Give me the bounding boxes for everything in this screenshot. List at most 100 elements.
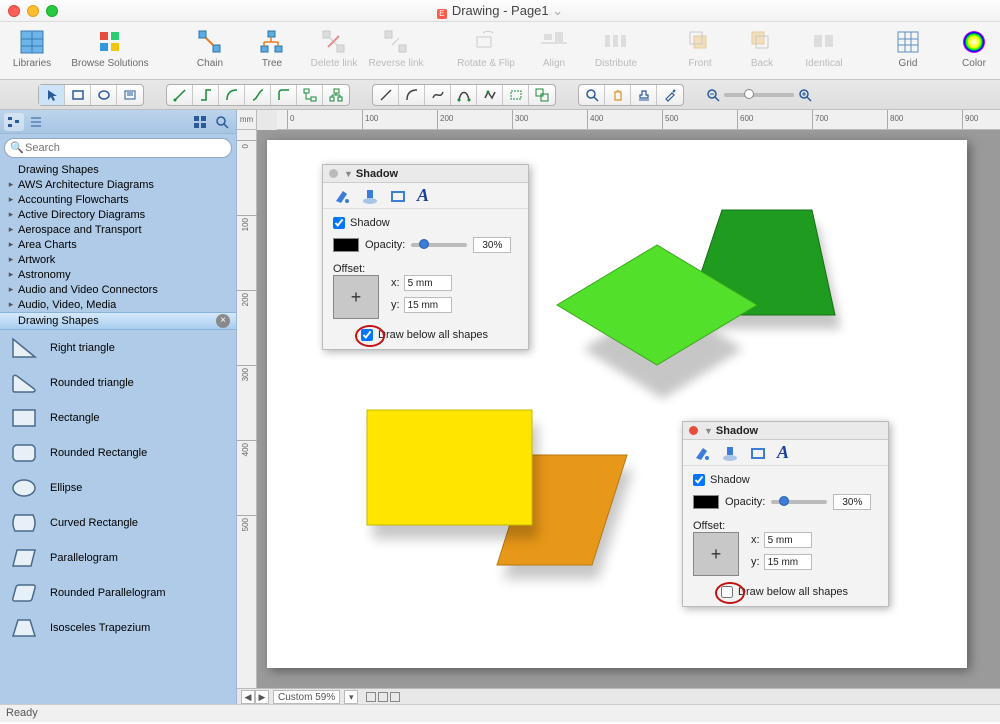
zoom-dropdown[interactable]: ▾ [344,690,358,704]
shadow-panel-1[interactable]: ▼Shadow A Shadow Opacity: [322,164,529,350]
zoom-tool[interactable] [579,85,605,105]
tree-connector2[interactable] [323,85,349,105]
shape-item[interactable]: Rounded Parallelogram [0,575,236,610]
zoom-out-icon[interactable] [706,88,720,102]
line-tab-icon[interactable] [389,187,407,205]
panel-view-grid[interactable] [190,113,210,131]
zoom-level[interactable]: Custom 59% [273,690,340,704]
shape-item[interactable]: Curved Rectangle [0,505,236,540]
category-item[interactable]: ▸Audio and Video Connectors [0,282,236,297]
libraries-button[interactable]: Libraries [8,28,56,69]
fill-tab-icon[interactable] [693,444,711,462]
shadow-checkbox[interactable] [333,217,345,229]
identical-button[interactable]: Identical [800,28,848,69]
disclosure-icon[interactable]: ▼ [344,169,353,179]
panel-search[interactable] [212,113,232,131]
color-button[interactable]: Color [950,28,998,69]
hand-tool[interactable] [605,85,631,105]
delete-link-button[interactable]: Delete link [310,28,358,69]
category-item[interactable]: ▸Accounting Flowcharts [0,192,236,207]
y-value[interactable]: 15 mm [764,554,812,570]
front-button[interactable]: Front [676,28,724,69]
shadow-color-swatch[interactable] [693,495,719,509]
shape-item[interactable]: Isosceles Trapezium [0,610,236,645]
line-tool[interactable] [373,85,399,105]
drawing-page[interactable]: ▼Shadow A Shadow Opacity: [267,140,967,668]
shadow-checkbox[interactable] [693,474,705,486]
eyedropper-tool[interactable] [657,85,683,105]
zoom-in-icon[interactable] [798,88,812,102]
shadow-color-swatch[interactable] [333,238,359,252]
category-item[interactable]: ▸Area Charts [0,237,236,252]
category-item[interactable]: ▸Artwork [0,252,236,267]
offset-selector[interactable]: + [693,532,739,576]
opacity-slider[interactable] [771,500,827,504]
yellow-rectangle[interactable] [367,410,532,525]
x-value[interactable]: 5 mm [764,532,812,548]
opacity-value[interactable]: 30% [833,494,871,510]
x-value[interactable]: 5 mm [404,275,452,291]
bezier-connector[interactable] [245,85,271,105]
category-item-selected[interactable]: Drawing Shapes× [0,312,236,330]
reverse-link-button[interactable]: Reverse link [372,28,420,69]
view-mode-buttons[interactable] [366,692,400,702]
browse-solutions-button[interactable]: Browse Solutions [70,28,150,69]
category-item[interactable]: ▸Active Directory Diagrams [0,207,236,222]
page-nav[interactable]: ◀▶ [241,690,269,704]
rectangle-tool[interactable] [65,85,91,105]
panel-bullet-icon[interactable] [689,426,698,435]
tree-connector1[interactable] [297,85,323,105]
distribute-button[interactable]: Distribute [592,28,640,69]
shape-item[interactable]: Rectangle [0,400,236,435]
stamp-tool[interactable] [631,85,657,105]
tree-button[interactable]: Tree [248,28,296,69]
shape-item[interactable]: Parallelogram [0,540,236,575]
shape-item[interactable]: Rounded Rectangle [0,435,236,470]
y-value[interactable]: 15 mm [404,297,452,313]
polyline-tool[interactable] [477,85,503,105]
shape-item[interactable]: Rounded triangle [0,365,236,400]
disclosure-icon[interactable]: ▼ [704,426,713,436]
opacity-slider[interactable] [411,243,467,247]
dashed-rect-tool[interactable] [503,85,529,105]
shadow-tab-icon[interactable] [361,187,379,205]
panel-tab-list[interactable] [26,113,46,131]
category-item[interactable]: ▸Audio, Video, Media [0,297,236,312]
shape-item[interactable]: Ellipse [0,470,236,505]
rotate-flip-button[interactable]: Rotate & Flip [456,28,516,69]
search-input[interactable] [4,138,232,158]
group-tool[interactable] [529,85,555,105]
grid-button[interactable]: Grid [884,28,932,69]
spline-tool[interactable] [425,85,451,105]
close-icon[interactable]: × [216,314,230,328]
canvas[interactable]: ▼Shadow A Shadow Opacity: [257,130,1000,688]
shadow-tab-icon[interactable] [721,444,739,462]
pointer-tool[interactable] [39,85,65,105]
round-connector[interactable] [271,85,297,105]
direct-connector[interactable] [167,85,193,105]
align-button[interactable]: Align [530,28,578,69]
panel-tab-tree[interactable] [4,113,24,131]
line-tab-icon[interactable] [749,444,767,462]
opacity-value[interactable]: 30% [473,237,511,253]
category-item[interactable]: Drawing Shapes [0,162,236,177]
offset-selector[interactable]: + [333,275,379,319]
draw-below-checkbox[interactable] [361,329,373,341]
fill-tab-icon[interactable] [333,187,351,205]
shadow-panel-2[interactable]: ▼Shadow A Shadow Opacity: [682,421,889,607]
zoom-slider[interactable] [706,88,812,102]
bezier-tool[interactable] [451,85,477,105]
draw-below-checkbox[interactable] [721,586,733,598]
text-tab-icon[interactable]: A [777,442,789,463]
category-item[interactable]: ▸Astronomy [0,267,236,282]
category-item[interactable]: ▸Aerospace and Transport [0,222,236,237]
smart-connector[interactable] [193,85,219,105]
shape-item[interactable]: Right triangle [0,330,236,365]
text-tab-icon[interactable]: A [417,185,429,206]
category-item[interactable]: ▸AWS Architecture Diagrams [0,177,236,192]
arc-tool[interactable] [399,85,425,105]
arc-connector[interactable] [219,85,245,105]
ellipse-tool[interactable] [91,85,117,105]
back-button[interactable]: Back [738,28,786,69]
chain-button[interactable]: Chain [186,28,234,69]
